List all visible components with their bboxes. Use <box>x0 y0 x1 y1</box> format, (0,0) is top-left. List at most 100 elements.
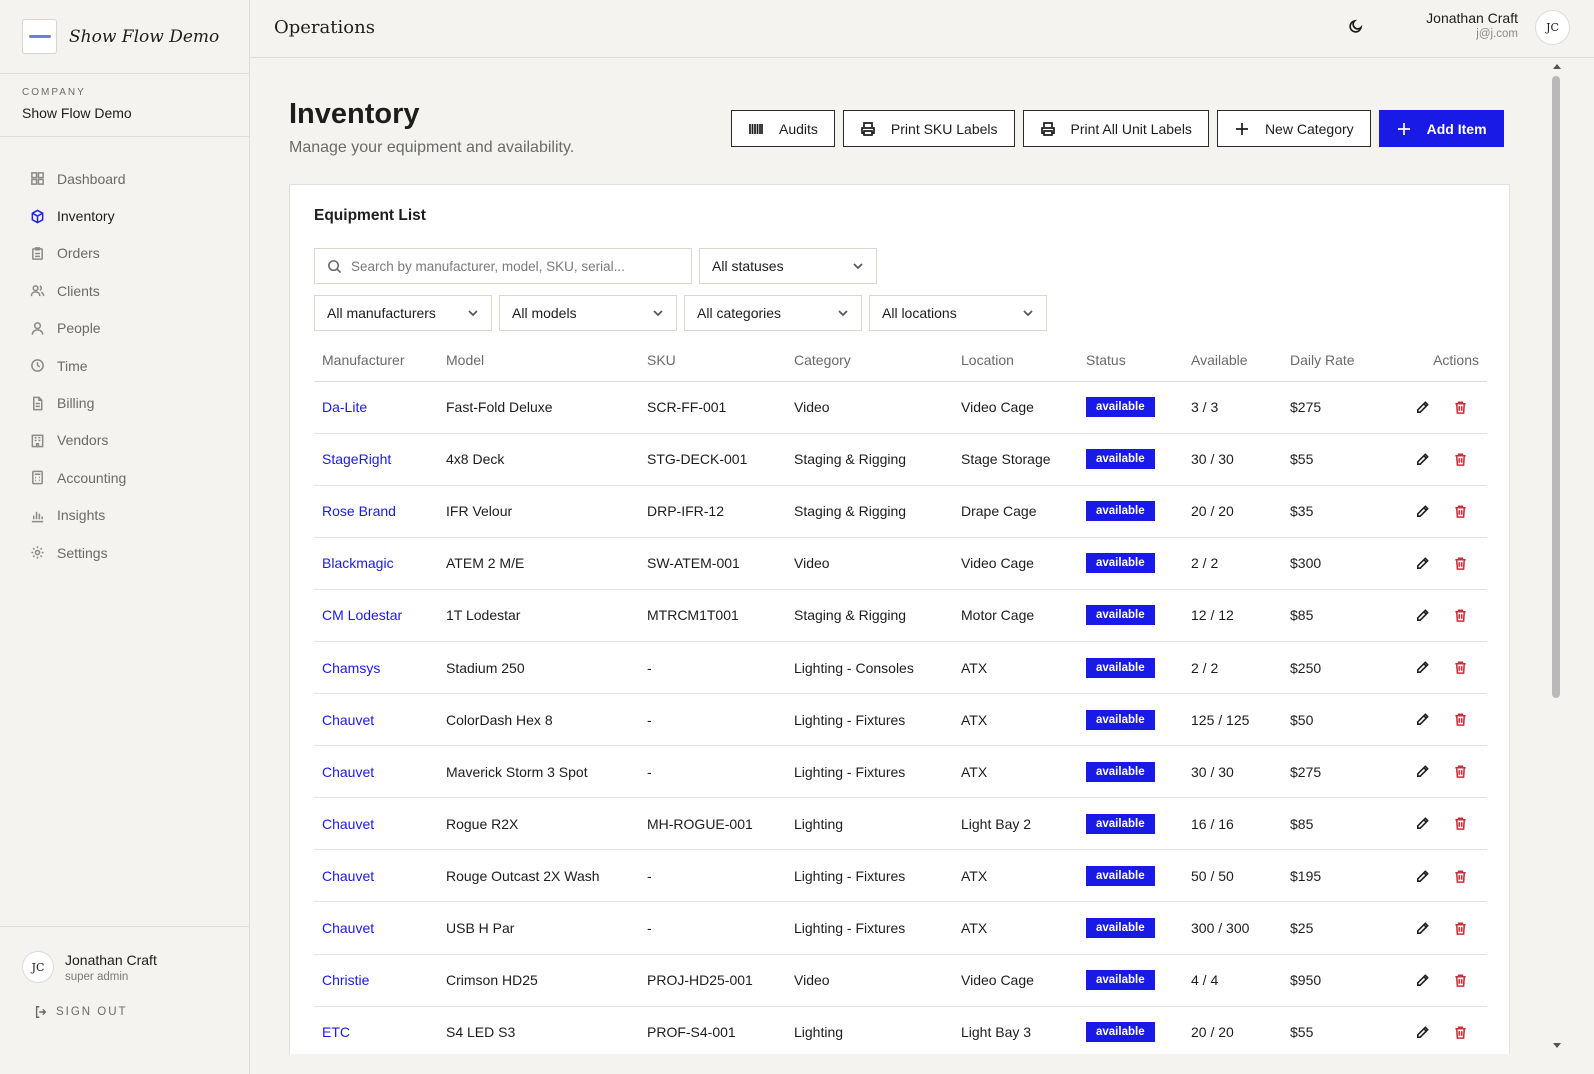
delete-button[interactable] <box>1451 659 1469 677</box>
edit-button[interactable] <box>1413 1023 1431 1041</box>
edit-button[interactable] <box>1413 659 1431 677</box>
location-filter-select[interactable]: All locations <box>869 295 1047 331</box>
audits-button[interactable]: Audits <box>731 110 835 147</box>
brand[interactable]: Show Flow Demo <box>0 0 249 74</box>
sidebar-item-accounting[interactable]: Accounting <box>0 459 249 496</box>
delete-button[interactable] <box>1451 554 1469 572</box>
print-all-unit-labels-label: Print All Unit Labels <box>1070 120 1192 137</box>
edit-button[interactable] <box>1413 711 1431 729</box>
col-header-location[interactable]: Location <box>953 339 1078 382</box>
new-category-button[interactable]: New Category <box>1216 110 1371 147</box>
col-header-daily-rate[interactable]: Daily Rate <box>1282 339 1382 382</box>
table-row[interactable]: StageRight 4x8 Deck STG-DECK-001 Staging & … <box>314 433 1487 486</box>
table-row[interactable]: Chauvet Maverick Storm 3 Spot - Lighting - … <box>314 745 1487 799</box>
col-header-available[interactable]: Available <box>1183 339 1282 382</box>
col-header-model[interactable]: Model <box>438 339 639 382</box>
manufacturer-link[interactable]: Christie <box>322 972 369 988</box>
topbar-avatar[interactable]: JC <box>1535 10 1570 45</box>
cell-location: ATX <box>953 693 1078 747</box>
manufacturer-link[interactable]: Chauvet <box>322 868 374 884</box>
table-row[interactable]: Chamsys Stadium 250- Lighting - Consoles AT… <box>314 641 1487 695</box>
theme-toggle-button[interactable] <box>1348 18 1368 38</box>
scroll-thumb[interactable] <box>1552 76 1560 698</box>
table-row[interactable]: Blackmagic ATEM 2 M/E SW-ATEM-001 Video Vide… <box>314 537 1487 590</box>
manufacturer-filter-select[interactable]: All manufacturers <box>314 295 492 331</box>
cell-sku: STG-DECK-001 <box>639 433 786 486</box>
edit-button[interactable] <box>1413 867 1431 885</box>
delete-button[interactable] <box>1451 607 1469 625</box>
page-scrollbar[interactable] <box>1548 58 1565 1054</box>
table-row[interactable]: Christie Crimson HD25 PROJ-HD25-001 Video Vi… <box>314 954 1487 1007</box>
manufacturer-link[interactable]: Da-Lite <box>322 399 367 415</box>
edit-button[interactable] <box>1413 919 1431 937</box>
status-filter-select[interactable]: All statuses <box>699 248 877 284</box>
col-header-status[interactable]: Status <box>1078 339 1183 382</box>
manufacturer-link[interactable]: CM Lodestar <box>322 607 402 623</box>
sidebar-item-clients[interactable]: Clients <box>0 272 249 309</box>
manufacturer-link[interactable]: Chauvet <box>322 816 374 832</box>
edit-button[interactable] <box>1413 971 1431 989</box>
table-row[interactable]: Chauvet Rogue R2X MH-ROGUE-001 Lighting Ligh… <box>314 797 1487 851</box>
table-row[interactable]: Chauvet ColorDash Hex 8- Lighting - Fixtur… <box>314 693 1487 747</box>
pencil-icon <box>1416 921 1429 934</box>
scroll-down-arrow[interactable] <box>1553 1043 1561 1048</box>
delete-button[interactable] <box>1451 398 1469 416</box>
sidebar-item-billing[interactable]: Billing <box>0 384 249 421</box>
col-header-sku[interactable]: SKU <box>639 339 786 382</box>
edit-button[interactable] <box>1413 815 1431 833</box>
edit-button[interactable] <box>1413 763 1431 781</box>
table-row[interactable]: Rose Brand IFR Velour DRP-IFR-12 Staging & … <box>314 485 1487 538</box>
sidebar-user[interactable]: JC Jonathan Craft super admin <box>22 951 227 983</box>
col-header-manufacturer[interactable]: Manufacturer <box>314 339 438 382</box>
delete-button[interactable] <box>1451 1023 1469 1041</box>
manufacturer-link[interactable]: Rose Brand <box>322 503 396 519</box>
manufacturer-link[interactable]: Chauvet <box>322 764 374 780</box>
table-row[interactable]: Da-Lite Fast-Fold Deluxe SCR-FF-001 Video Vi… <box>314 381 1487 434</box>
sidebar: Show Flow Demo COMPANY Show Flow Demo Da… <box>0 0 250 1074</box>
topbar-user[interactable]: Jonathan Craft j@j.com <box>1426 10 1518 40</box>
search-box[interactable] <box>314 248 692 284</box>
sidebar-item-time[interactable]: Time <box>0 347 249 384</box>
edit-button[interactable] <box>1413 450 1431 468</box>
search-input[interactable] <box>351 258 681 274</box>
sidebar-item-insights[interactable]: Insights <box>0 497 249 534</box>
manufacturer-link[interactable]: Chauvet <box>322 712 374 728</box>
manufacturer-link[interactable]: Chauvet <box>322 920 374 936</box>
edit-button[interactable] <box>1413 398 1431 416</box>
delete-button[interactable] <box>1451 971 1469 989</box>
sidebar-item-dashboard[interactable]: Dashboard <box>0 160 249 197</box>
sidebar-item-people[interactable]: People <box>0 310 249 347</box>
table-row[interactable]: CM Lodestar 1T Lodestar MTRCM1T001 Staging … <box>314 589 1487 642</box>
edit-button[interactable] <box>1413 554 1431 572</box>
category-filter-select[interactable]: All categories <box>684 295 862 331</box>
manufacturer-link[interactable]: Chamsys <box>322 660 380 676</box>
delete-button[interactable] <box>1451 711 1469 729</box>
sidebar-item-inventory[interactable]: Inventory <box>0 197 249 234</box>
model-filter-select[interactable]: All models <box>499 295 677 331</box>
edit-button[interactable] <box>1413 607 1431 625</box>
sign-out-icon <box>35 1006 47 1018</box>
delete-button[interactable] <box>1451 763 1469 781</box>
manufacturer-link[interactable]: StageRight <box>322 451 391 467</box>
add-item-button[interactable]: Add Item <box>1378 110 1504 147</box>
manufacturer-link[interactable]: Blackmagic <box>322 555 394 571</box>
delete-button[interactable] <box>1451 867 1469 885</box>
cell-status: available <box>1078 797 1183 851</box>
edit-button[interactable] <box>1413 502 1431 520</box>
table-row[interactable]: Chauvet Rouge Outcast 2X Wash - Lighting - … <box>314 849 1487 903</box>
delete-button[interactable] <box>1451 450 1469 468</box>
col-header-category[interactable]: Category <box>786 339 953 382</box>
sidebar-item-orders[interactable]: Orders <box>0 235 249 272</box>
sign-out-button[interactable]: SIGN OUT <box>22 1005 227 1019</box>
print-all-unit-labels-button[interactable]: Print All Unit Labels <box>1022 110 1209 147</box>
table-row[interactable]: ETC S4 LED S3 PROF-S4-001 Lighting Light Bay… <box>314 1006 1487 1054</box>
delete-button[interactable] <box>1451 815 1469 833</box>
manufacturer-link[interactable]: ETC <box>322 1024 350 1040</box>
sidebar-item-settings[interactable]: Settings <box>0 534 249 571</box>
scroll-up-arrow[interactable] <box>1553 64 1561 69</box>
print-sku-labels-button[interactable]: Print SKU Labels <box>842 110 1015 147</box>
delete-button[interactable] <box>1451 919 1469 937</box>
delete-button[interactable] <box>1451 502 1469 520</box>
sidebar-item-vendors[interactable]: Vendors <box>0 422 249 459</box>
table-row[interactable]: Chauvet USB H Par - Lighting - Fixtures ATX a… <box>314 901 1487 955</box>
